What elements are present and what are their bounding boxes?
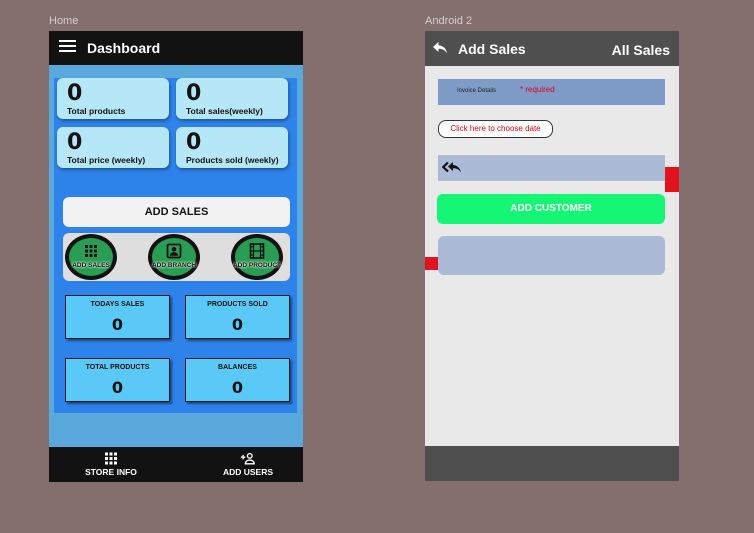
quick-actions-row: ADD SALES ADD BRANCH ADD PRODUCT	[63, 233, 290, 281]
nav-label: STORE INFO	[85, 467, 137, 477]
quick-action-add-product[interactable]: ADD PRODUCT	[231, 234, 283, 280]
person-badge-icon	[166, 243, 182, 259]
home-screen: Dashboard 0 Total products 0 Total sales…	[49, 31, 303, 482]
required-indicator: * required	[520, 85, 555, 94]
stat-value: 0	[67, 130, 83, 155]
info-card-value: 0	[231, 378, 244, 397]
quick-action-label: ADD PRODUCT	[232, 262, 282, 269]
invoice-details-field[interactable]: Invoice Details * required	[438, 79, 665, 105]
add-user-icon	[240, 452, 255, 465]
info-card-value: 0	[111, 378, 124, 397]
home-frame-label: Home	[49, 15, 79, 27]
info-card-todays-sales[interactable]: TODAYS SALES 0	[65, 295, 170, 339]
info-card-products-sold[interactable]: PRODUCTS SOLD 0	[185, 295, 290, 339]
page-title: Add Sales	[458, 41, 526, 57]
reply-all-icon	[442, 161, 461, 173]
film-icon	[249, 243, 265, 259]
info-card-title: TODAYS SALES	[90, 301, 145, 308]
reply-back-icon[interactable]	[432, 41, 448, 55]
bottom-bar	[425, 446, 679, 481]
stat-card-total-sales-weekly[interactable]: 0 Total sales(weekly)	[176, 78, 288, 119]
stat-card-total-products[interactable]: 0 Total products	[57, 78, 169, 119]
nav-store-info[interactable]: STORE INFO	[61, 451, 161, 477]
add-sales-screen: Add Sales All Sales Invoice Details * re…	[425, 31, 679, 481]
nav-label: ADD USERS	[222, 467, 274, 477]
grid-icon	[105, 452, 117, 465]
stat-value: 0	[67, 81, 83, 106]
add-sales-button[interactable]: ADD SALES	[63, 197, 290, 227]
red-side-marker	[425, 257, 438, 270]
add-customer-button[interactable]: ADD CUSTOMER	[437, 194, 665, 224]
stat-label: Total products	[67, 106, 126, 116]
invoice-details-label: Invoice Details	[457, 88, 497, 94]
choose-date-button[interactable]: Click here to choose date	[438, 120, 553, 138]
hamburger-menu-icon[interactable]	[59, 40, 76, 54]
home-app-bar: Dashboard	[49, 31, 303, 65]
info-card-title: TOTAL PRODUCTS	[85, 364, 150, 371]
page-title: Dashboard	[87, 40, 161, 56]
customer-details-box	[438, 236, 665, 275]
quick-action-add-branch[interactable]: ADD BRANCH	[148, 234, 200, 280]
stat-value: 0	[186, 81, 202, 106]
all-sales-link[interactable]: All Sales	[612, 42, 670, 58]
info-card-balances[interactable]: BALANCES 0	[185, 358, 290, 402]
info-card-value: 0	[111, 315, 124, 334]
stat-card-products-sold-weekly[interactable]: 0 Products sold (weekly)	[176, 127, 288, 168]
info-card-title: PRODUCTS SOLD	[207, 301, 268, 308]
android2-frame-label: Android 2	[425, 15, 473, 27]
bottom-navigation: STORE INFO ADD USERS	[49, 447, 303, 482]
stat-label: Total price (weekly)	[67, 155, 146, 165]
info-card-title: BALANCES	[218, 364, 257, 371]
nav-add-users[interactable]: ADD USERS	[198, 451, 298, 477]
customer-field[interactable]	[438, 155, 665, 181]
stat-card-total-price-weekly[interactable]: 0 Total price (weekly)	[57, 127, 169, 168]
stat-label: Products sold (weekly)	[186, 155, 279, 165]
quick-action-add-sales[interactable]: ADD SALES	[65, 234, 117, 280]
quick-action-label: ADD BRANCH	[151, 262, 197, 269]
grid-icon	[85, 245, 97, 257]
red-side-marker	[665, 167, 679, 192]
info-card-value: 0	[231, 315, 244, 334]
stat-label: Total sales(weekly)	[186, 106, 263, 116]
info-card-total-products[interactable]: TOTAL PRODUCTS 0	[65, 358, 170, 402]
quick-action-label: ADD SALES	[72, 262, 110, 269]
add-sales-app-bar: Add Sales All Sales	[425, 31, 679, 66]
stat-value: 0	[186, 130, 202, 155]
